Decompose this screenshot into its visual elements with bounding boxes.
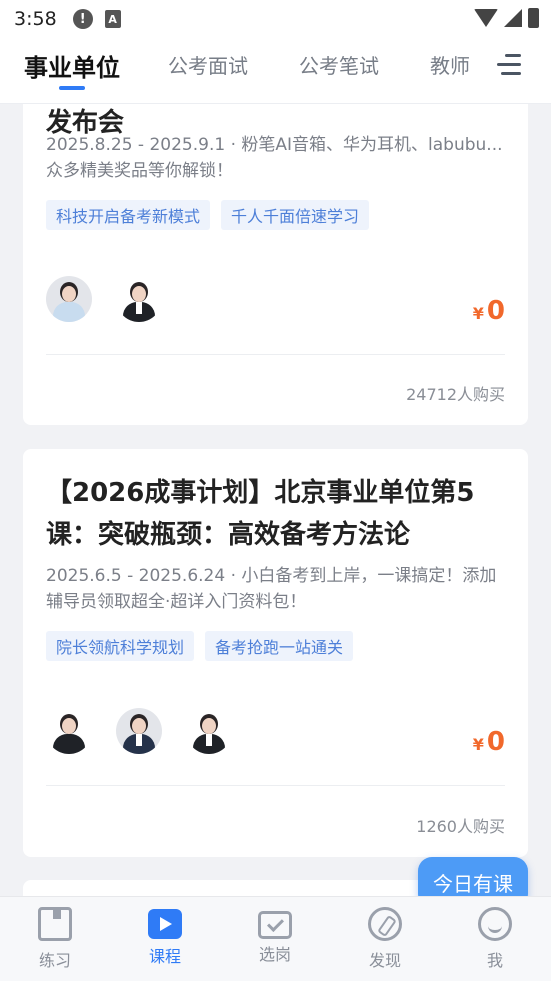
teacher-avatars bbox=[46, 708, 232, 754]
briefcase-check-icon bbox=[258, 911, 292, 939]
alert-icon: ! bbox=[72, 9, 93, 29]
nav-item-practice[interactable]: 练习 bbox=[15, 907, 95, 971]
battery-icon bbox=[528, 8, 539, 28]
category-tabs: 事业单位 公考面试 公考笔试 教师 bbox=[0, 38, 551, 104]
book-icon bbox=[38, 907, 72, 941]
signal-icon bbox=[504, 9, 522, 27]
teacher-avatars bbox=[46, 276, 162, 322]
tab-mianshi[interactable]: 公考面试 bbox=[168, 50, 248, 79]
buyer-count: 1260人购买 bbox=[416, 817, 505, 836]
nav-label: 选岗 bbox=[258, 945, 291, 964]
course-tags: 科技开启备考新模式 千人千面倍速学习 bbox=[46, 200, 370, 230]
tab-active-indicator bbox=[59, 86, 85, 90]
course-title: 【2026成事计划】北京事业单位第5课：突破瓶颈：高效备考方法论 bbox=[46, 478, 475, 550]
course-price: ¥ 0 bbox=[473, 727, 505, 757]
wifi-icon bbox=[474, 9, 498, 27]
price-currency: ¥ bbox=[472, 735, 484, 754]
play-icon bbox=[148, 909, 182, 939]
course-price: ¥ 0 bbox=[473, 296, 505, 326]
avatar bbox=[186, 708, 232, 754]
tab-jiaoshi[interactable]: 教师 bbox=[430, 50, 470, 79]
course-description: 2025.8.25 - 2025.9.1 · 粉笔AI音箱、华为耳机、labub… bbox=[46, 135, 503, 181]
nav-label: 练习 bbox=[38, 951, 71, 970]
nav-item-discover[interactable]: 发现 bbox=[345, 907, 425, 971]
price-value: 0 bbox=[486, 296, 505, 326]
avatar bbox=[46, 708, 92, 754]
course-list[interactable]: 发布会 2025.8.25 - 2025.9.1 · 粉笔AI音箱、华为耳机、l… bbox=[0, 104, 551, 896]
buyer-count: 24712人购买 bbox=[406, 385, 505, 404]
course-tag: 备考抢跑一站通关 bbox=[205, 631, 354, 661]
menu-icon[interactable] bbox=[497, 54, 521, 78]
avatar bbox=[46, 276, 92, 322]
course-tags: 院长领航科学规划 备考抢跑一站通关 bbox=[46, 631, 354, 661]
course-card[interactable]: 【2026成事计划】北京事业单位第5课：突破瓶颈：高效备考方法论 2025.6.… bbox=[23, 449, 528, 857]
avatar bbox=[116, 708, 162, 754]
nav-label: 我 bbox=[486, 951, 503, 970]
nav-item-me[interactable]: 我 bbox=[455, 907, 535, 971]
nav-label: 发现 bbox=[368, 951, 401, 970]
nav-label: 课程 bbox=[148, 947, 181, 966]
status-bar: 3:58 ! A bbox=[0, 0, 551, 38]
avatar bbox=[116, 276, 162, 322]
bottom-nav: 练习 课程 选岗 发现 我 bbox=[0, 896, 551, 981]
tab-shiye[interactable]: 事业单位 bbox=[24, 48, 120, 83]
course-tag: 科技开启备考新模式 bbox=[46, 200, 211, 230]
course-card[interactable]: 发布会 2025.8.25 - 2025.9.1 · 粉笔AI音箱、华为耳机、l… bbox=[23, 104, 528, 425]
divider bbox=[46, 785, 505, 786]
divider bbox=[46, 354, 505, 355]
nav-item-courses[interactable]: 课程 bbox=[125, 907, 205, 967]
course-description: 2025.6.5 - 2025.6.24 · 小白备考到上岸，一课搞定！添加辅导… bbox=[46, 566, 497, 612]
course-tag: 千人千面倍速学习 bbox=[221, 200, 370, 230]
course-tag: 院长领航科学规划 bbox=[46, 631, 195, 661]
price-currency: ¥ bbox=[472, 304, 484, 323]
tab-bishi[interactable]: 公考笔试 bbox=[299, 50, 379, 79]
a-icon: A bbox=[104, 10, 121, 28]
smile-icon bbox=[478, 907, 512, 941]
status-time: 3:58 bbox=[14, 8, 57, 30]
price-value: 0 bbox=[486, 727, 505, 757]
compass-icon bbox=[368, 907, 402, 941]
nav-item-positions[interactable]: 选岗 bbox=[235, 907, 315, 965]
